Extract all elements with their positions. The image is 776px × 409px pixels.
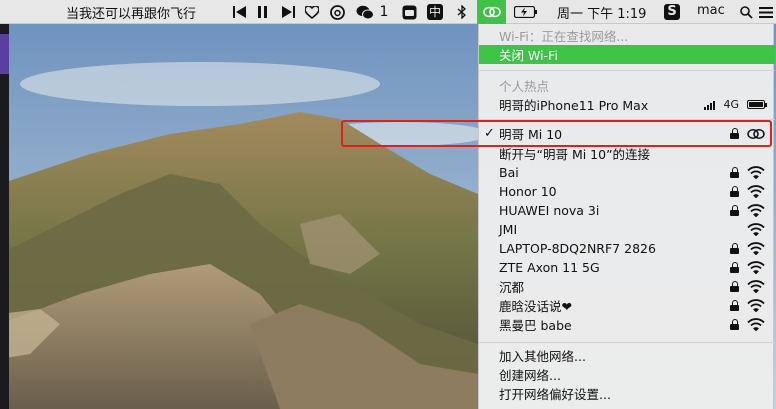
spotlight-search-icon[interactable] — [738, 3, 754, 21]
input-method-indicator[interactable]: 中 — [426, 3, 444, 21]
wifi-signal-icon — [747, 299, 765, 312]
wifi-dropdown-menu: Wi-Fi：正在查找网络... 关闭 Wi-Fi 个人热点 明哥的iPhone1… — [478, 24, 775, 409]
separator — [479, 70, 775, 71]
network-item[interactable]: HUAWEI nova 3i — [479, 201, 775, 220]
window-accent — [0, 34, 9, 74]
battery-charging-icon[interactable] — [513, 3, 539, 21]
network-name: ZTE Axon 11 5G — [499, 260, 600, 275]
user-name[interactable]: mac — [697, 3, 725, 18]
hotspot-item[interactable]: 明哥的iPhone11 Pro Max 4G — [479, 95, 775, 114]
separator — [479, 342, 775, 343]
turn-off-wifi-item[interactable]: 关闭 Wi-Fi — [479, 45, 775, 64]
wifi-signal-icon — [747, 242, 765, 255]
lock-icon — [730, 319, 739, 330]
netease-music-icon[interactable] — [328, 3, 346, 21]
network-item[interactable]: JMI — [479, 220, 775, 239]
hotspot-header: 个人热点 — [499, 79, 550, 94]
wechat-badge: 1 — [379, 4, 389, 20]
wifi-signal-icon — [747, 223, 765, 236]
network-name: JMI — [499, 222, 518, 237]
network-name: Bai — [499, 165, 519, 180]
wifi-menubar-button[interactable] — [477, 0, 506, 24]
wifi-signal-icon — [747, 185, 765, 198]
battery-icon — [747, 100, 767, 109]
network-name: 沉都 — [499, 280, 525, 295]
bluetooth-icon[interactable] — [454, 3, 470, 21]
hotspot-name: 明哥的iPhone11 Pro Max — [499, 98, 649, 113]
screen-recorder-icon[interactable] — [400, 3, 418, 21]
network-type: 4G — [723, 98, 739, 111]
network-item[interactable]: 沉都 — [479, 277, 775, 296]
menu-bar: 当我还可以再跟你飞行 1 中 周一 下午 1:19 S mac — [0, 0, 776, 24]
network-name: 黑曼巴 babe — [499, 318, 572, 333]
lock-icon — [730, 243, 739, 254]
heart-icon[interactable] — [304, 3, 320, 21]
wifi-signal-icon — [747, 261, 765, 274]
previous-track-icon[interactable] — [232, 3, 248, 21]
lock-icon — [730, 205, 739, 216]
wifi-signal-icon — [747, 204, 765, 217]
network-item[interactable]: 鹿晗没话说❤ — [479, 296, 775, 315]
network-preferences-item[interactable]: 打开网络偏好设置... — [479, 384, 775, 403]
lock-icon — [730, 300, 739, 311]
lock-icon — [730, 262, 739, 273]
pause-icon[interactable] — [256, 3, 270, 21]
now-playing-title[interactable]: 当我还可以再跟你飞行 — [66, 3, 196, 22]
network-name: LAPTOP-8DQ2NRF7 2826 — [499, 241, 656, 256]
wifi-signal-icon — [747, 166, 765, 179]
wechat-icon[interactable] — [354, 3, 376, 21]
wifi-status: Wi-Fi：正在查找网络... — [499, 29, 629, 44]
network-item[interactable]: LAPTOP-8DQ2NRF7 2826 — [479, 239, 775, 258]
app-s-icon[interactable]: S — [663, 3, 681, 21]
clock[interactable]: 周一 下午 1:19 — [557, 3, 646, 22]
wifi-hotspot-icon — [482, 6, 501, 18]
wifi-signal-icon — [747, 318, 765, 331]
network-name: Honor 10 — [499, 184, 557, 199]
next-track-icon[interactable] — [280, 3, 296, 21]
lock-icon — [730, 281, 739, 292]
lock-icon — [730, 167, 739, 178]
highlight-annotation-box — [341, 120, 772, 147]
network-item[interactable]: ZTE Axon 11 5G — [479, 258, 775, 277]
create-network-item[interactable]: 创建网络... — [479, 365, 775, 384]
left-window-edge — [0, 24, 9, 409]
cell-signal-icon — [704, 100, 716, 110]
network-item[interactable]: Bai — [479, 163, 775, 182]
lock-icon — [730, 186, 739, 197]
network-name: HUAWEI nova 3i — [499, 203, 600, 218]
network-item[interactable]: 黑曼巴 babe — [479, 315, 775, 334]
join-other-network-item[interactable]: 加入其他网络... — [479, 346, 775, 365]
wifi-signal-icon — [747, 280, 765, 293]
control-center-icon[interactable] — [758, 3, 774, 21]
network-name: 鹿晗没话说❤ — [499, 299, 572, 314]
network-item[interactable]: Honor 10 — [479, 182, 775, 201]
